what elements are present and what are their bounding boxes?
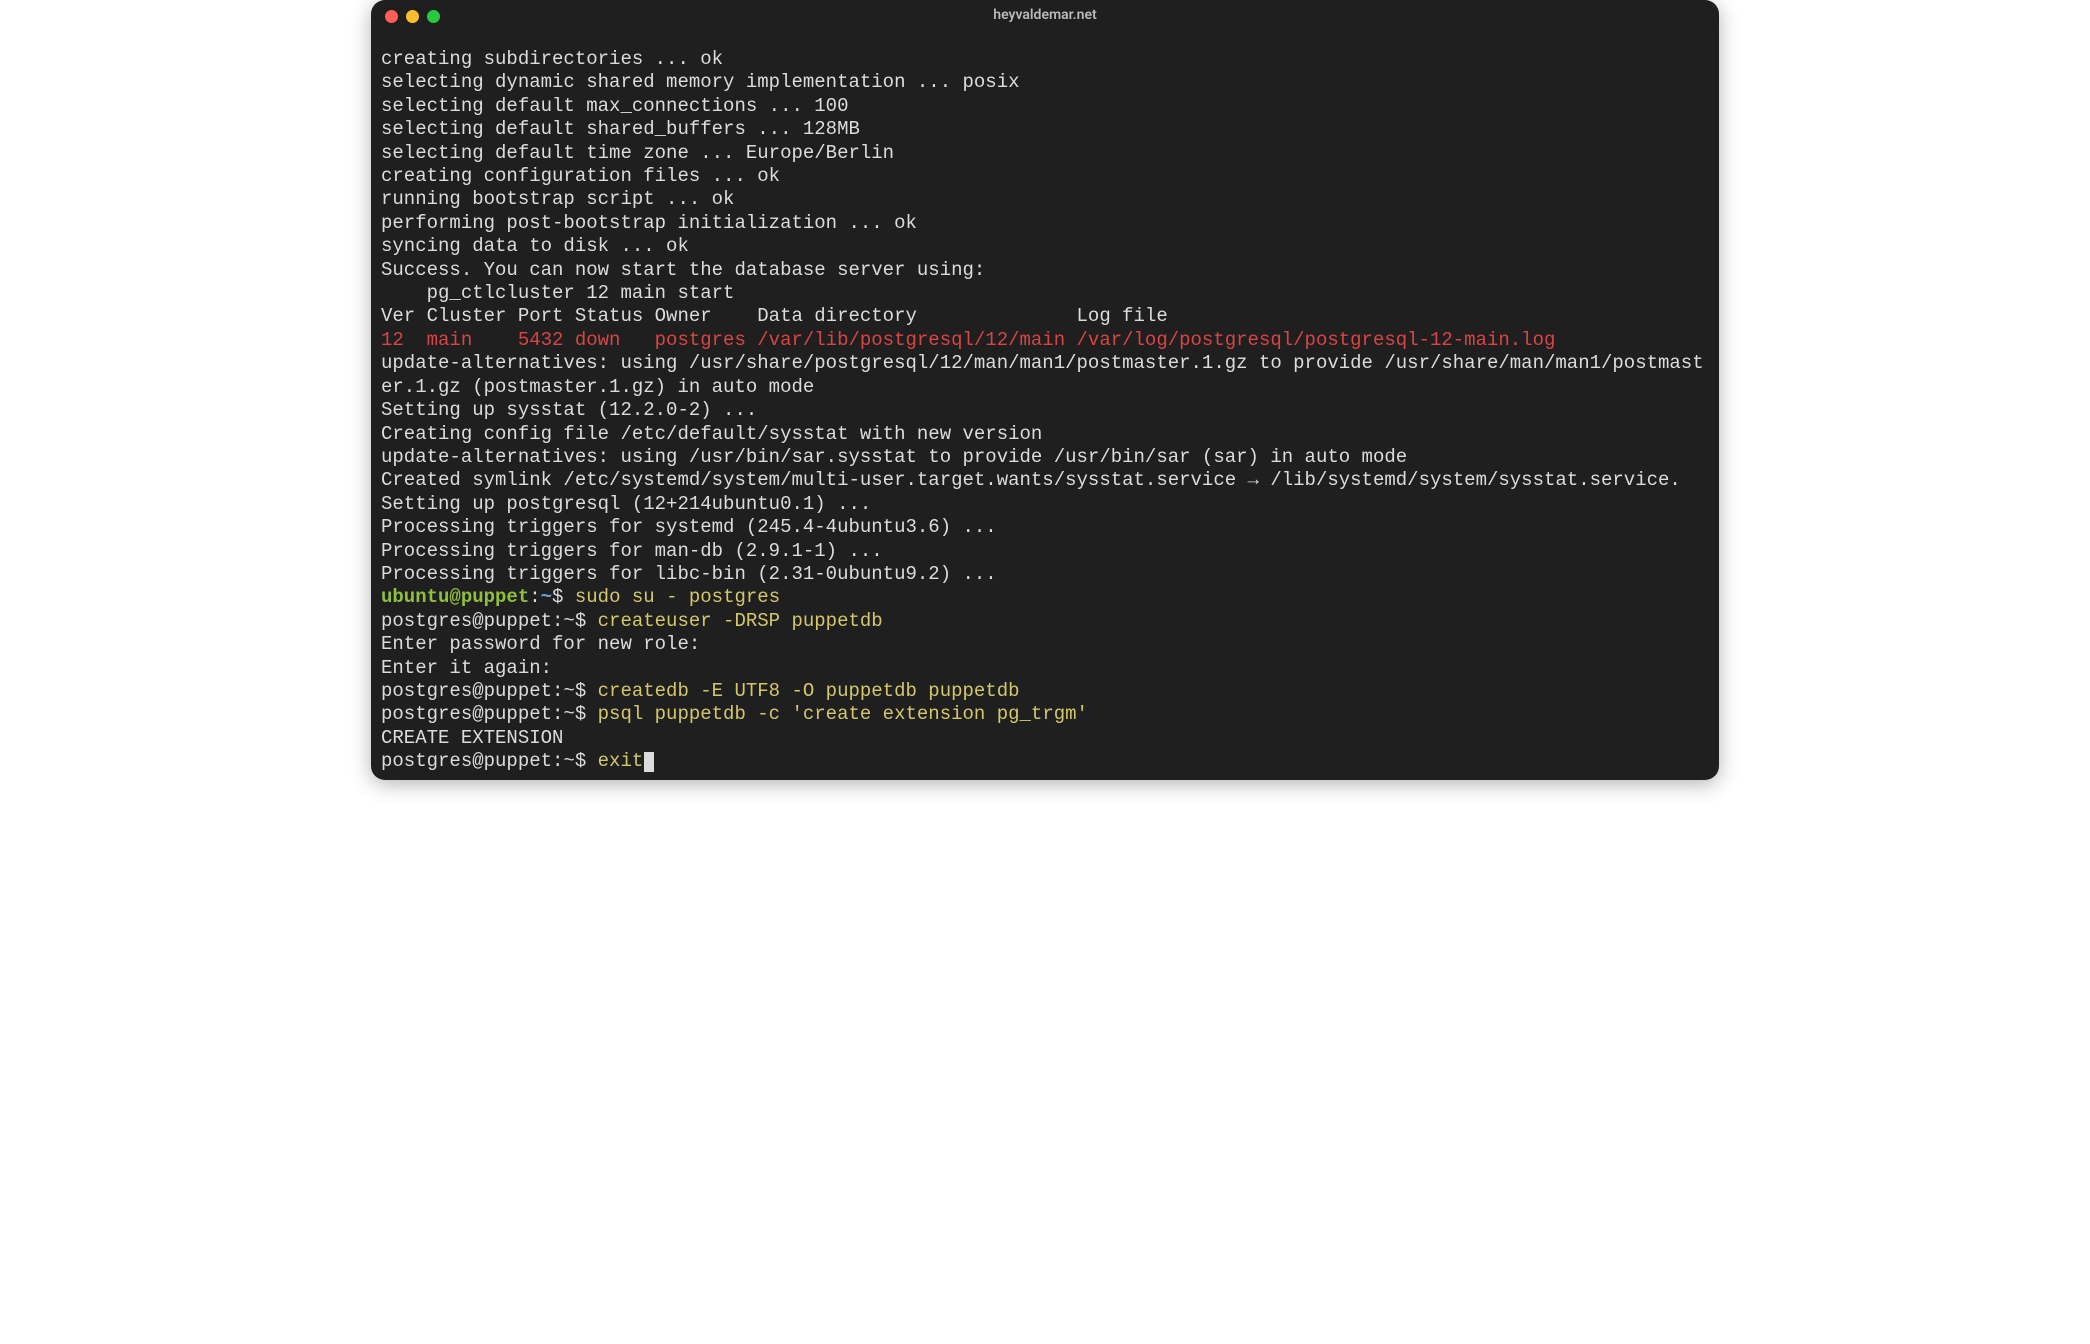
terminal-text: exit [598, 750, 644, 772]
terminal-text: Ver Cluster Port Status Owner Data direc… [381, 305, 1168, 327]
terminal-text: createdb -E UTF8 -O puppetdb puppetdb [598, 680, 1020, 702]
maximize-button[interactable] [427, 10, 440, 23]
terminal-line: CREATE EXTENSION [381, 727, 1709, 750]
terminal-line: Setting up postgresql (12+214ubuntu0.1) … [381, 493, 1709, 516]
terminal-line: Creating config file /etc/default/syssta… [381, 423, 1709, 446]
terminal-text: Setting up postgresql (12+214ubuntu0.1) … [381, 493, 871, 515]
terminal-line: performing post-bootstrap initialization… [381, 212, 1709, 235]
terminal-text: sudo su - postgres [575, 586, 780, 608]
terminal-line: update-alternatives: using /usr/share/po… [381, 352, 1709, 399]
terminal-text: selecting default time zone ... Europe/B… [381, 142, 894, 164]
terminal-line: Processing triggers for man-db (2.9.1-1)… [381, 540, 1709, 563]
terminal-line: Processing triggers for systemd (245.4-4… [381, 516, 1709, 539]
terminal-text: postgres@puppet:~$ [381, 703, 598, 725]
terminal-text: performing post-bootstrap initialization… [381, 212, 917, 234]
terminal-line: creating configuration files ... ok [381, 165, 1709, 188]
terminal-line: selecting default shared_buffers ... 128… [381, 118, 1709, 141]
terminal-window: heyvaldemar.net creating subdirectories … [371, 0, 1719, 780]
terminal-line: ubuntu@puppet:~$ sudo su - postgres [381, 586, 1709, 609]
cursor [644, 752, 654, 772]
window-controls [385, 10, 440, 23]
terminal-line: syncing data to disk ... ok [381, 235, 1709, 258]
terminal-text: pg_ctlcluster 12 main start [381, 282, 734, 304]
terminal-line: pg_ctlcluster 12 main start [381, 282, 1709, 305]
terminal-text: : [529, 586, 540, 608]
terminal-text: postgres@puppet:~$ [381, 750, 598, 772]
terminal-line: postgres@puppet:~$ exit [381, 750, 1709, 773]
terminal-line: update-alternatives: using /usr/bin/sar.… [381, 446, 1709, 469]
terminal-text: creating subdirectories ... ok [381, 48, 723, 70]
close-button[interactable] [385, 10, 398, 23]
terminal-line: 12 main 5432 down postgres /var/lib/post… [381, 329, 1709, 352]
terminal-text: Enter it again: [381, 657, 552, 679]
terminal-line: Enter password for new role: [381, 633, 1709, 656]
terminal-text: Setting up sysstat (12.2.0-2) ... [381, 399, 757, 421]
terminal-viewport[interactable]: creating subdirectories ... okselecting … [371, 32, 1719, 780]
terminal-line: Ver Cluster Port Status Owner Data direc… [381, 305, 1709, 328]
terminal-text: postgres@puppet:~$ [381, 680, 598, 702]
minimize-button[interactable] [406, 10, 419, 23]
terminal-text: running bootstrap script ... ok [381, 188, 734, 210]
terminal-text: Creating config file /etc/default/syssta… [381, 423, 1042, 445]
terminal-line: postgres@puppet:~$ psql puppetdb -c 'cre… [381, 703, 1709, 726]
terminal-line: Enter it again: [381, 657, 1709, 680]
terminal-text: createuser -DRSP puppetdb [598, 610, 883, 632]
window-title: heyvaldemar.net [371, 4, 1719, 27]
terminal-line: Created symlink /etc/systemd/system/mult… [381, 469, 1709, 492]
terminal-text: CREATE EXTENSION [381, 727, 563, 749]
terminal-text: Created symlink /etc/systemd/system/mult… [381, 469, 1681, 491]
terminal-text: selecting default max_connections ... 10… [381, 95, 848, 117]
terminal-text: syncing data to disk ... ok [381, 235, 689, 257]
titlebar: heyvaldemar.net [371, 0, 1719, 32]
terminal-text: ubuntu@puppet [381, 586, 529, 608]
terminal-line: selecting default max_connections ... 10… [381, 95, 1709, 118]
terminal-text: Processing triggers for man-db (2.9.1-1)… [381, 540, 883, 562]
terminal-line: Setting up sysstat (12.2.0-2) ... [381, 399, 1709, 422]
terminal-line: postgres@puppet:~$ createuser -DRSP pupp… [381, 610, 1709, 633]
terminal-line: Success. You can now start the database … [381, 259, 1709, 282]
terminal-line: creating subdirectories ... ok [381, 48, 1709, 71]
terminal-text: selecting dynamic shared memory implemen… [381, 71, 1020, 93]
terminal-line: selecting default time zone ... Europe/B… [381, 142, 1709, 165]
terminal-text: 12 main 5432 down postgres /var/lib/post… [381, 329, 1555, 351]
terminal-text: Processing triggers for libc-bin (2.31-0… [381, 563, 997, 585]
terminal-text: psql puppetdb -c 'create extension pg_tr… [598, 703, 1088, 725]
terminal-line: postgres@puppet:~$ createdb -E UTF8 -O p… [381, 680, 1709, 703]
terminal-text: update-alternatives: using /usr/share/po… [381, 352, 1704, 397]
terminal-text: update-alternatives: using /usr/bin/sar.… [381, 446, 1407, 468]
terminal-line: running bootstrap script ... ok [381, 188, 1709, 211]
terminal-text: creating configuration files ... ok [381, 165, 780, 187]
terminal-text: Success. You can now start the database … [381, 259, 985, 281]
terminal-text: Enter password for new role: [381, 633, 700, 655]
terminal-text: selecting default shared_buffers ... 128… [381, 118, 860, 140]
terminal-text: Processing triggers for systemd (245.4-4… [381, 516, 997, 538]
terminal-line: Processing triggers for libc-bin (2.31-0… [381, 563, 1709, 586]
terminal-text: $ [552, 586, 575, 608]
terminal-text: ~ [541, 586, 552, 608]
terminal-line: selecting dynamic shared memory implemen… [381, 71, 1709, 94]
terminal-text: postgres@puppet:~$ [381, 610, 598, 632]
